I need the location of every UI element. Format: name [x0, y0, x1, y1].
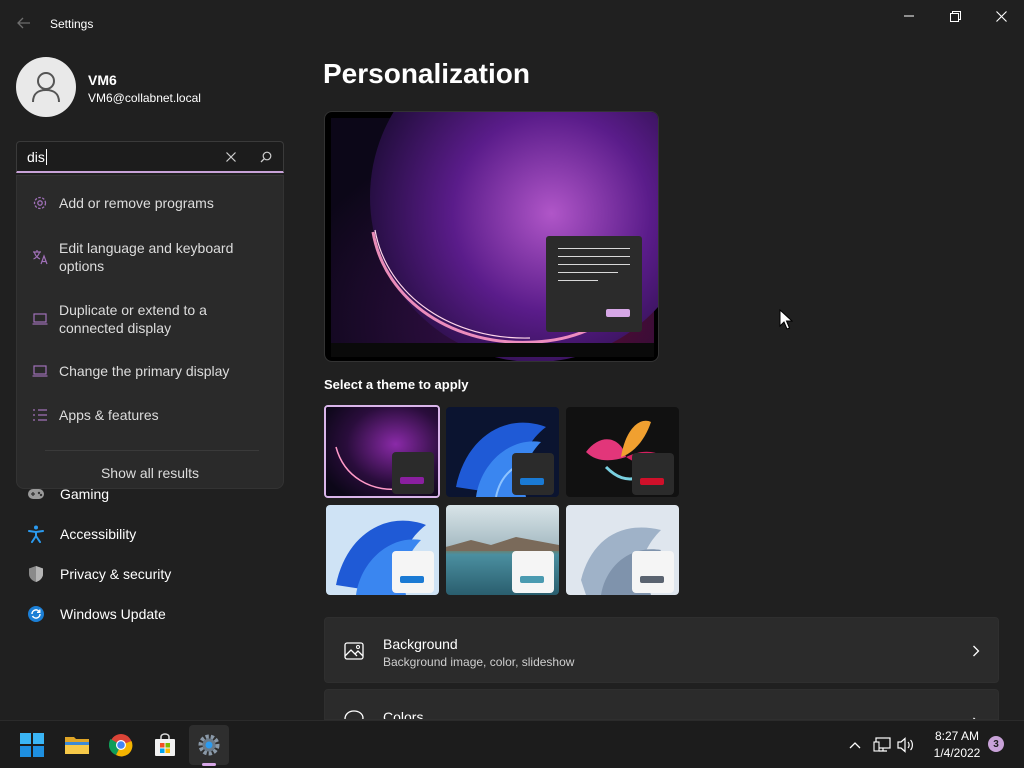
suggestion-item[interactable]: Apps & features — [17, 406, 283, 424]
arrow-left-icon — [17, 16, 31, 32]
nav-label: Windows Update — [60, 606, 166, 622]
nav-label: Privacy & security — [60, 566, 172, 582]
text-caret — [45, 149, 47, 165]
preview-window — [546, 236, 642, 332]
taskbar: 8:27 AM 1/4/2022 3 — [0, 720, 1024, 768]
title-bar: Settings — [0, 0, 1024, 48]
gear-icon — [198, 734, 220, 756]
person-icon — [32, 72, 60, 103]
search-suggestions-popup: Add or remove programs Edit language and… — [16, 175, 284, 489]
clock-date[interactable]: 1/4/2022 — [922, 746, 992, 760]
chevron-right-icon — [969, 642, 983, 660]
list-icon — [31, 406, 49, 424]
close-icon — [995, 10, 1007, 22]
show-all-results-link[interactable]: Show all results — [17, 465, 283, 481]
nav-item-accessibility[interactable]: Accessibility — [16, 516, 284, 552]
colors-card[interactable]: Colors — [324, 689, 999, 720]
suggestion-item[interactable]: Duplicate or extend to a connected displ… — [17, 301, 283, 337]
nav-label: Accessibility — [60, 526, 137, 542]
theme-windows-dark-glow[interactable] — [324, 405, 440, 498]
palette-icon — [343, 708, 365, 719]
card-title: Colors — [383, 709, 424, 720]
search-input[interactable]: dis — [16, 141, 284, 173]
taskbar-chrome[interactable] — [101, 725, 141, 765]
divider — [45, 450, 259, 451]
suggestion-item[interactable]: Change the primary display — [17, 362, 283, 380]
search-value: dis — [27, 149, 47, 165]
volume-button[interactable] — [896, 735, 916, 755]
theme-glow-colorful[interactable] — [566, 407, 679, 497]
close-icon — [226, 152, 236, 162]
chrome-icon — [109, 734, 133, 757]
theme-windows-light-bloom[interactable] — [326, 505, 439, 595]
active-app-indicator — [202, 763, 216, 766]
suggestion-label: Duplicate or extend to a connected displ… — [59, 302, 207, 336]
laptop-icon — [31, 310, 49, 328]
suggestion-item[interactable]: Add or remove programs — [17, 194, 283, 212]
gear-icon — [31, 194, 49, 212]
clock-time[interactable]: 8:27 AM — [922, 729, 992, 743]
mouse-pointer-icon — [779, 309, 793, 330]
page-title: Personalization — [323, 58, 530, 89]
close-button[interactable] — [978, 0, 1024, 32]
taskbar-settings[interactable] — [189, 725, 229, 765]
shield-icon — [26, 564, 46, 584]
network-icon — [873, 737, 891, 752]
back-button[interactable] — [12, 12, 36, 36]
app-title: Settings — [50, 17, 94, 31]
volume-icon — [897, 737, 913, 753]
theme-flow[interactable] — [566, 505, 679, 595]
user-email: VM6@collabnet.local — [88, 91, 201, 105]
image-icon — [343, 640, 365, 662]
theme-windows-dark-bloom[interactable] — [446, 407, 559, 497]
suggestion-label: Change the primary display — [59, 363, 230, 379]
start-button[interactable] — [12, 725, 52, 765]
maximize-icon — [949, 10, 961, 22]
taskbar-file-explorer[interactable] — [57, 725, 97, 765]
refresh-icon — [26, 604, 46, 624]
theme-preview — [324, 111, 659, 362]
taskbar-microsoft-store[interactable] — [145, 725, 185, 765]
user-name: VM6 — [88, 72, 117, 88]
minimize-button[interactable] — [886, 0, 932, 32]
notification-badge[interactable]: 3 — [988, 736, 1004, 752]
suggestion-label: Apps & features — [59, 407, 159, 423]
clear-search-button[interactable] — [221, 147, 241, 167]
card-title: Background — [383, 636, 458, 652]
nav-item-windows-update[interactable]: Windows Update — [16, 596, 284, 632]
language-icon — [31, 248, 49, 266]
laptop-icon — [31, 362, 49, 380]
suggestion-item[interactable]: Edit language and keyboard options — [17, 239, 283, 275]
show-hidden-icons-button[interactable] — [845, 735, 865, 755]
network-button[interactable] — [872, 735, 892, 755]
maximize-button[interactable] — [932, 0, 978, 32]
card-subtitle: Background image, color, slideshow — [383, 655, 575, 669]
store-icon — [155, 733, 175, 756]
minimize-icon — [904, 15, 914, 17]
folder-icon — [65, 737, 89, 754]
suggestion-label: Add or remove programs — [59, 195, 214, 211]
suggestion-label: Edit language and keyboard options — [59, 240, 234, 274]
nav-item-privacy-security[interactable]: Privacy & security — [16, 556, 284, 592]
avatar[interactable] — [16, 57, 76, 117]
background-card[interactable]: Background Background image, color, slid… — [324, 617, 999, 683]
accessibility-icon — [26, 524, 46, 544]
chevron-up-icon — [849, 742, 861, 749]
theme-captured-motion-lake[interactable] — [446, 505, 559, 595]
search-button[interactable] — [255, 147, 277, 167]
windows-logo-icon — [20, 733, 44, 757]
search-icon — [260, 151, 272, 163]
themes-heading: Select a theme to apply — [324, 377, 469, 392]
